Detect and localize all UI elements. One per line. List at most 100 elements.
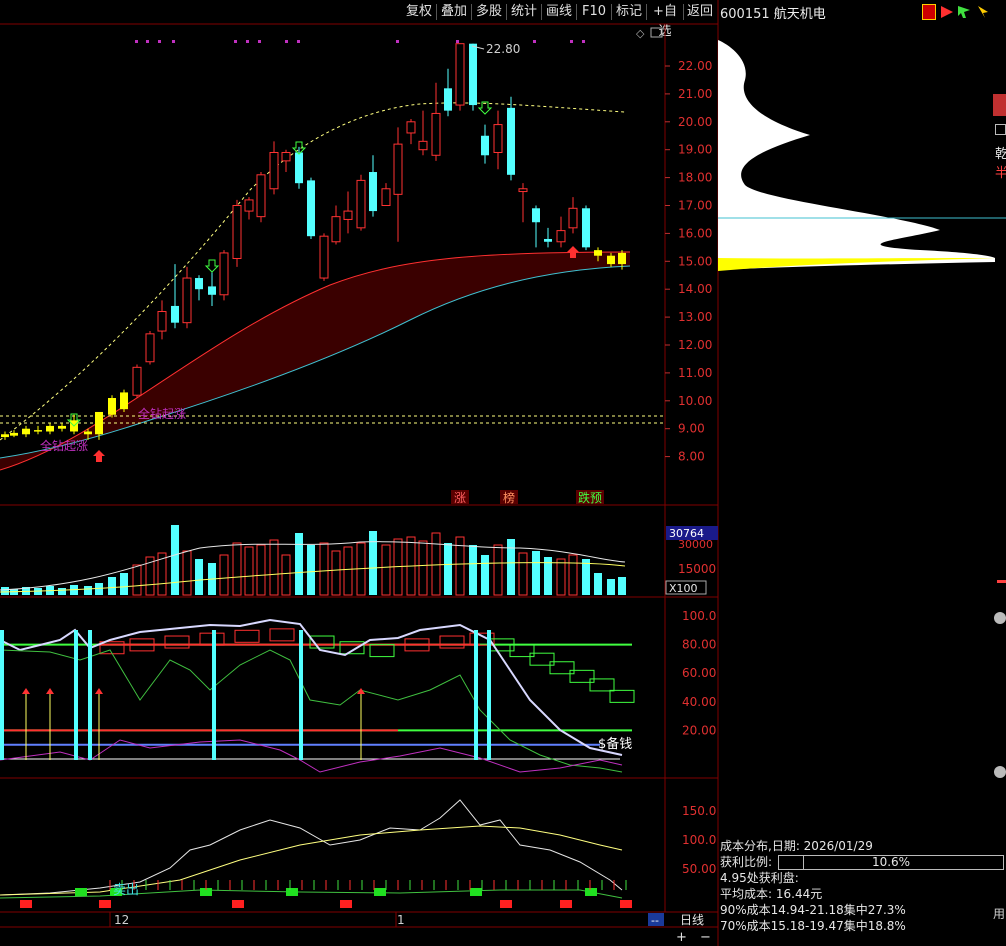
volume-panel [0, 525, 626, 596]
price-tick-label: 13.00 [678, 310, 712, 324]
volume-bar [108, 577, 116, 595]
price-tick-label: 12.00 [678, 338, 712, 352]
indicator-axis: 100.0 80.00 60.00 40.00 20.00 [682, 609, 716, 737]
candle-body [145, 333, 155, 363]
stock-chart: 22.0021.0020.0019.0018.0017.0016.0015.00… [0, 0, 1006, 946]
price-tick-label: 16.00 [678, 226, 712, 240]
side-logo-icon[interactable] [993, 94, 1006, 116]
cost-70-line: 70%成本15.18-19.47集中18.8% [720, 919, 906, 933]
side-char-2: 半 [995, 166, 1006, 181]
lower-line-2 [0, 825, 623, 896]
buy-marker [470, 888, 482, 896]
side-toggle-icon-2[interactable] [994, 766, 1006, 778]
reserve-label: $备钱 [598, 736, 632, 752]
volume-bar [469, 545, 477, 595]
candle-body [381, 188, 391, 206]
volume-bar [568, 554, 578, 596]
candle-body [10, 432, 18, 436]
indicator-panel [0, 618, 635, 773]
volume-bar [244, 546, 254, 596]
candle-body [481, 135, 489, 156]
volume-bar [493, 544, 503, 596]
period-label[interactable]: 日线 [680, 913, 704, 927]
indicator-tick-label: 80.00 [682, 638, 716, 652]
buy-signal-icon [22, 688, 30, 694]
cost-profile-white [718, 40, 995, 270]
candle-body [95, 411, 103, 435]
side-box-icon[interactable] [995, 124, 1006, 135]
volume-bar [171, 525, 179, 595]
volume-bar [120, 573, 128, 595]
candle-body [418, 140, 428, 151]
candle-body [319, 235, 329, 279]
date-label-jan: 1 [397, 913, 405, 927]
price-tick-label: 20.00 [678, 115, 712, 129]
candle-body [269, 151, 279, 190]
candle-body [532, 208, 540, 223]
buy-signal-icon [46, 688, 54, 694]
cost-distribution [718, 40, 1006, 583]
price-tick-label: 21.00 [678, 87, 712, 101]
signal-arrow-up-icon [93, 450, 105, 462]
candle-body [132, 366, 142, 396]
profit-ratio-row: 获利比例: 10.6% [720, 854, 1006, 870]
price-tick-label: 15.00 [678, 254, 712, 268]
indicator-tick-label: 20.00 [682, 723, 716, 737]
volume-bar [256, 544, 266, 596]
sell-marker [560, 900, 572, 908]
candle-body [208, 286, 216, 295]
window-icon[interactable] [650, 27, 663, 38]
volume-bar [195, 559, 203, 595]
volume-unit-label: X100 [669, 582, 698, 595]
buy-signal-icon [95, 688, 103, 694]
lower-line-1 [0, 799, 623, 896]
volume-bar [381, 544, 391, 596]
date-label-dec: 12 [114, 913, 129, 927]
diamond-icon[interactable]: ◇ [636, 27, 645, 40]
price-tick-label: 17.00 [678, 199, 712, 213]
zoom-in-button[interactable]: + [676, 930, 687, 945]
svg-text:--: -- [651, 914, 659, 927]
zoom-out-button[interactable]: − [700, 930, 711, 945]
volume-bar [281, 554, 291, 596]
signal-arrow-down-icon [204, 259, 220, 273]
indicator-tick-label: 100.0 [682, 609, 716, 623]
volume-bar [582, 559, 590, 595]
volume-bar [444, 543, 452, 595]
volume-bar [418, 540, 428, 596]
volume-bar [431, 532, 441, 596]
candle-body [518, 188, 528, 193]
volume-bar [343, 546, 353, 596]
chart-frame [0, 0, 719, 946]
rank-tag: 榜 [503, 490, 515, 505]
candle-body [256, 174, 266, 218]
candle-body [22, 428, 30, 435]
candle-body [120, 392, 128, 410]
side-toggle-icon[interactable] [994, 612, 1006, 624]
indicator-tick-label: 60.00 [682, 666, 716, 680]
candle-body [594, 250, 602, 256]
buy-marker [585, 888, 597, 896]
candle-body [568, 207, 578, 229]
lower-indicator-panel [0, 799, 632, 908]
candle-body [331, 216, 341, 243]
signal-bar [299, 630, 303, 760]
lower-line-3 [0, 889, 623, 899]
signal-bar [88, 630, 92, 760]
volume-bar [307, 545, 315, 595]
cost-date-line: 成本分布,日期: 2026/01/29 [720, 839, 873, 853]
candle-body [84, 431, 92, 435]
sell-marker [500, 900, 512, 908]
candle-body [232, 205, 242, 260]
candle-body [157, 311, 167, 332]
sell-marker [232, 900, 244, 908]
step-box [164, 635, 190, 649]
candle-body [607, 255, 615, 265]
profit-ratio-label: 获利比例: [720, 855, 773, 869]
signal-bar [474, 630, 478, 760]
volume-tick-label: 30000 [678, 538, 713, 551]
start-rise-label: 全钻起涨 [40, 438, 88, 453]
signal-bar [74, 630, 78, 760]
candle-body [431, 112, 441, 156]
price-tick-label: 11.00 [678, 366, 712, 380]
